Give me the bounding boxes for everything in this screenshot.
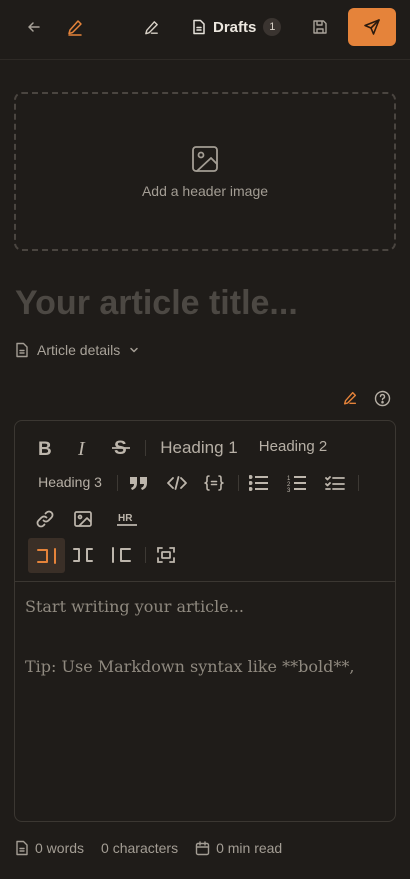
character-count: 0 characters	[101, 840, 178, 856]
horizontal-rule-button[interactable]: HR	[113, 505, 141, 533]
markdown-editor: B I S Heading 1 Heading 2 Heading 3 123	[14, 420, 396, 822]
header-image-label: Add a header image	[141, 182, 269, 199]
editor-content-area[interactable]: Start writing your article... Tip: Use M…	[25, 596, 385, 715]
send-icon	[364, 19, 380, 35]
editor-toolbar: B I S Heading 1 Heading 2 Heading 3 123	[15, 421, 395, 582]
bold-button[interactable]: B	[31, 434, 59, 462]
pen-mode-button[interactable]	[61, 13, 89, 41]
drafts-label: Drafts	[213, 18, 257, 36]
strikethrough-button[interactable]: S	[107, 434, 135, 462]
pen-icon	[343, 391, 357, 405]
blockquote-button[interactable]	[125, 469, 153, 497]
article-details-toggle[interactable]: Article details	[15, 338, 140, 362]
heading1-button[interactable]: Heading 1	[156, 434, 242, 462]
editor-placeholder-line: Start writing your article...	[25, 597, 244, 616]
svg-text:HR: HR	[118, 513, 133, 524]
edit-button[interactable]	[137, 13, 165, 41]
header-image-dropzone[interactable]: Add a header image	[14, 92, 396, 251]
bullet-list-button[interactable]	[245, 469, 273, 497]
code-block-button[interactable]	[200, 469, 228, 497]
insert-image-button[interactable]	[69, 505, 97, 533]
heading2-button[interactable]: Heading 2	[255, 434, 331, 458]
checklist-icon	[325, 476, 345, 490]
back-button[interactable]	[20, 13, 48, 41]
link-button[interactable]	[31, 505, 59, 533]
task-list-button[interactable]	[321, 469, 349, 497]
layout-split-button[interactable]	[69, 541, 97, 569]
arrow-left-icon	[28, 22, 40, 32]
layout-right-icon	[36, 547, 56, 564]
bullet-list-icon	[249, 475, 268, 491]
svg-text:3: 3	[287, 488, 291, 492]
layout-preview-button[interactable]	[107, 541, 135, 569]
editor-stats: 0 words 0 characters 0 min read	[15, 837, 299, 859]
inline-code-button[interactable]	[163, 469, 191, 497]
edit-mode-button[interactable]	[339, 387, 361, 409]
horizontal-rule-icon: HR	[117, 513, 137, 526]
numbered-list-button[interactable]: 123	[283, 469, 311, 497]
word-count-label: 0 words	[35, 840, 85, 856]
help-button[interactable]	[371, 387, 393, 409]
strikethrough-icon: S	[112, 438, 130, 458]
image-icon	[192, 145, 218, 172]
quote-icon	[130, 477, 147, 490]
layout-editor-button[interactable]	[28, 538, 65, 573]
publish-button[interactable]	[348, 8, 396, 46]
heading3-button[interactable]: Heading 3	[34, 470, 106, 494]
help-icon	[374, 390, 390, 406]
character-count-label: 0 characters	[101, 840, 179, 856]
editor-placeholder-tip: Tip: Use Markdown syntax like **bold**,	[25, 656, 355, 676]
save-button[interactable]	[306, 13, 334, 41]
svg-text:I: I	[77, 439, 86, 457]
bold-icon: B	[38, 439, 52, 457]
layout-left-icon	[112, 547, 131, 563]
link-icon	[36, 510, 54, 528]
pen-icon	[68, 20, 82, 36]
file-icon	[16, 840, 28, 856]
svg-text:B: B	[38, 439, 52, 457]
numbered-list-icon: 123	[287, 476, 306, 492]
fullscreen-button[interactable]	[152, 541, 180, 569]
code-block-icon	[204, 475, 224, 491]
file-icon	[193, 19, 205, 35]
file-icon	[16, 342, 28, 358]
floppy-icon	[313, 20, 327, 34]
italic-button[interactable]: I	[69, 434, 97, 462]
italic-icon: I	[77, 439, 86, 457]
code-icon	[167, 476, 187, 490]
read-time-label: 0 min read	[216, 840, 283, 856]
article-details-label: Article details	[37, 342, 121, 358]
word-count: 0 words	[15, 840, 84, 856]
top-bar: Drafts 1	[0, 0, 410, 60]
read-time: 0 min read	[195, 840, 282, 856]
pen-icon	[144, 20, 158, 34]
fullscreen-icon	[157, 547, 175, 563]
image-icon	[74, 511, 92, 527]
drafts-button[interactable]: Drafts 1	[186, 12, 287, 42]
article-title-input[interactable]	[15, 284, 395, 323]
calendar-icon	[195, 840, 210, 855]
chevron-down-icon	[130, 347, 139, 353]
drafts-count-badge: 1	[263, 18, 282, 36]
layout-split-icon	[73, 548, 93, 562]
